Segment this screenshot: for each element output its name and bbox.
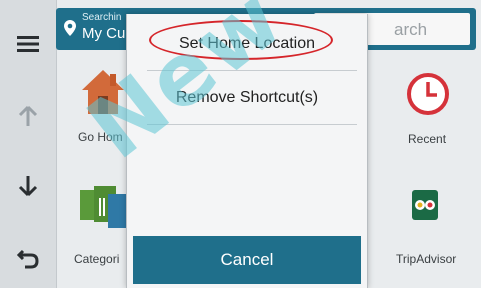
search-placeholder: arch [394, 20, 428, 39]
go-home-label: Go Hom [78, 130, 123, 144]
menu-button[interactable] [0, 14, 56, 74]
remove-shortcuts-label: Remove Shortcut(s) [175, 89, 319, 106]
tripadvisor-label: TripAdvisor [396, 252, 457, 266]
location-pin-icon [64, 20, 76, 41]
remove-shortcuts-option[interactable]: Remove Shortcut(s) [133, 74, 361, 122]
category-icon [80, 186, 130, 241]
search-status-text: Searchin [82, 12, 122, 23]
recent-label: Recent [408, 132, 447, 146]
menu-divider [147, 124, 357, 125]
set-home-location-option[interactable]: Set Home Location [133, 20, 361, 68]
clock-icon [406, 72, 450, 121]
menu-divider [147, 70, 357, 71]
down-arrow-icon [18, 175, 38, 197]
up-arrow-icon [18, 105, 38, 127]
search-location-text: My Cur [82, 25, 131, 42]
categories-label: Categori [74, 252, 120, 266]
set-home-location-label: Set Home Location [178, 35, 316, 52]
cancel-button[interactable]: Cancel [133, 236, 361, 284]
cancel-label: Cancel [220, 250, 274, 269]
back-button[interactable] [0, 228, 56, 288]
tripadvisor-icon [412, 190, 438, 225]
house-icon [80, 68, 126, 123]
left-sidebar [0, 0, 57, 288]
scroll-up-button[interactable] [0, 86, 56, 146]
menu-icon [17, 35, 39, 53]
shortcut-options-menu: Set Home Location Remove Shortcut(s) Can… [126, 14, 368, 288]
back-icon [17, 247, 39, 269]
scroll-down-button[interactable] [0, 156, 56, 216]
